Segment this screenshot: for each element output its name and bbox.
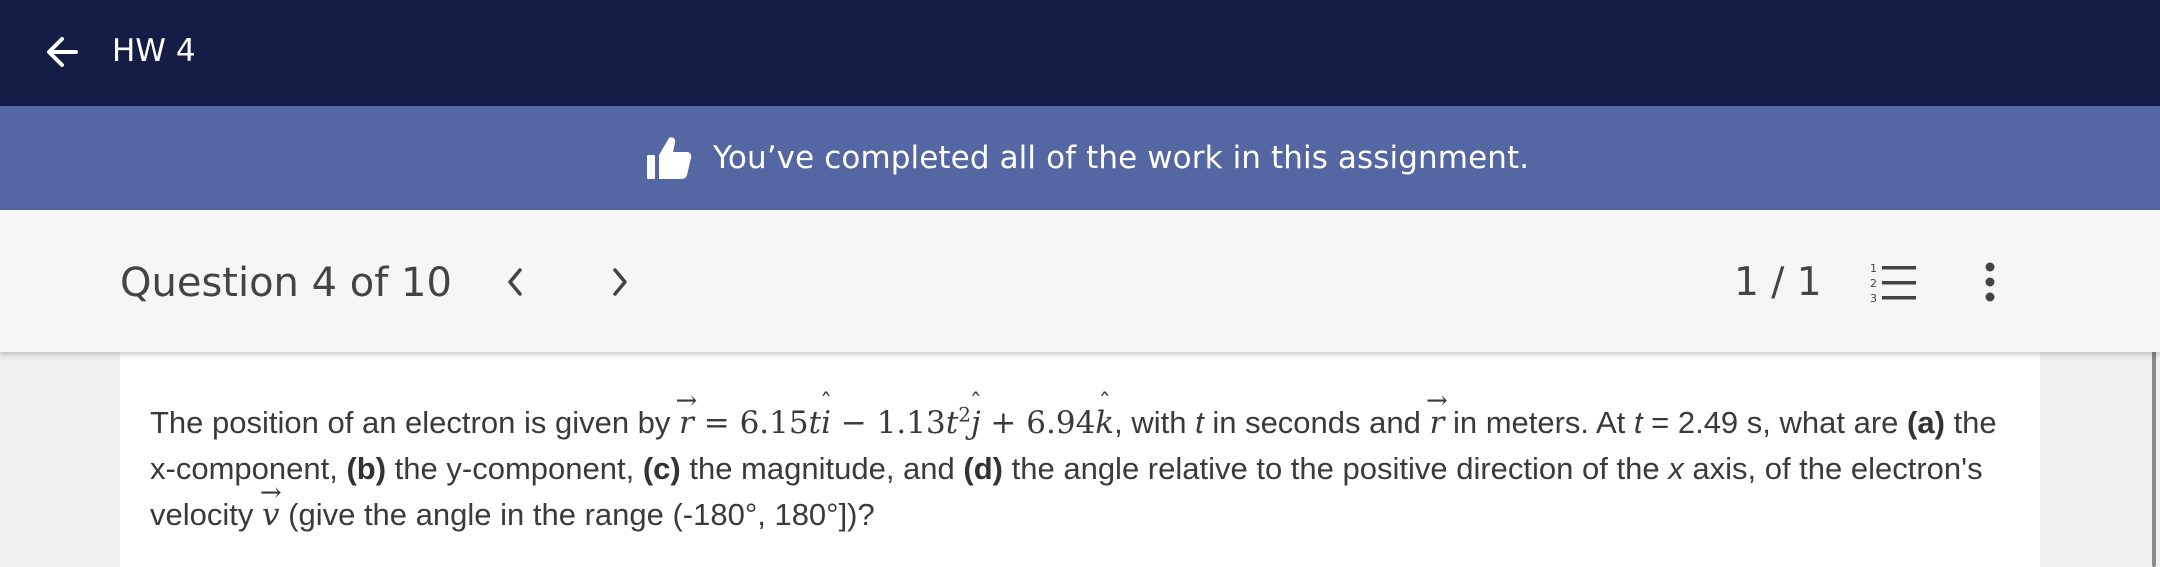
arrow-left-icon [47,37,78,67]
question-list-button[interactable]: 1 2 3 [1870,260,1920,306]
chevron-right-icon [613,268,627,296]
next-question-button[interactable] [596,256,644,308]
t-variable: t [1633,405,1643,440]
svg-text:3: 3 [1870,292,1877,305]
question-text: The position of an electron is given by … [150,400,2020,538]
in-seconds-text: in seconds and [1212,405,1421,440]
coefficient-3: 6.94 [1026,405,1096,441]
r-vector-symbol: r [679,400,694,446]
part-b-text: the y-component, [394,451,635,486]
in-meters-text: in meters. At [1452,405,1626,440]
question-intro: The position of an electron is given by [150,405,671,440]
part-c-label: (c) [642,451,681,486]
i-hat-unit-vector: i [821,400,831,446]
coefficient-2: 1.13 [876,405,946,441]
with-text: , with [1114,405,1187,440]
equals-sign: = [703,405,730,441]
position-equation: r = 6.15ti − 1.13t2j + 6.94k [679,405,1114,441]
part-d-text: the angle relative to the positive direc… [1011,451,1660,486]
numbered-list-icon: 1 2 3 [1870,262,1916,305]
part-a-label: (a) [1907,405,1945,440]
t-variable: t [945,405,959,441]
part-d-label: (d) [963,451,1003,486]
angle-range-text: (give the angle in the range (-180°, 180… [288,497,875,532]
question-score: 1 / 1 [1734,260,1822,305]
top-app-bar: HW 4 [0,0,2160,106]
plus-sign: + [990,405,1017,441]
v-vector-symbol: v [262,492,280,538]
minus-sign: − [840,405,867,441]
svg-text:2: 2 [1870,277,1877,290]
part-c-text: the magnitude, and [689,451,955,486]
completion-banner: You’ve completed all of the work in this… [0,106,2160,210]
previous-question-button[interactable] [491,256,539,308]
time-value-text: = 2.49 s, what are [1651,405,1899,440]
svg-text:1: 1 [1870,262,1877,275]
back-button[interactable] [40,30,90,74]
question-navigation-bar: Question 4 of 10 1 / 1 1 2 3 [0,210,2160,352]
more-options-button[interactable] [1972,258,2008,308]
j-hat-unit-vector: j [971,400,981,446]
thumbs-up-icon [647,137,692,179]
scrollbar[interactable] [2152,322,2156,567]
banner-message: You’ve completed all of the work in this… [713,140,1530,176]
part-b-label: (b) [346,451,387,486]
t-variable: t [1195,405,1204,440]
k-hat-unit-vector: k [1095,400,1114,446]
coefficient-1: 6.15 [739,405,809,441]
x-variable: x [1668,451,1684,486]
question-counter: Question 4 of 10 [120,260,452,306]
r-vector-symbol: r [1430,400,1445,446]
chevron-left-icon [508,268,522,296]
more-vertical-icon [1985,262,1995,302]
assignment-title: HW 4 [112,33,196,69]
